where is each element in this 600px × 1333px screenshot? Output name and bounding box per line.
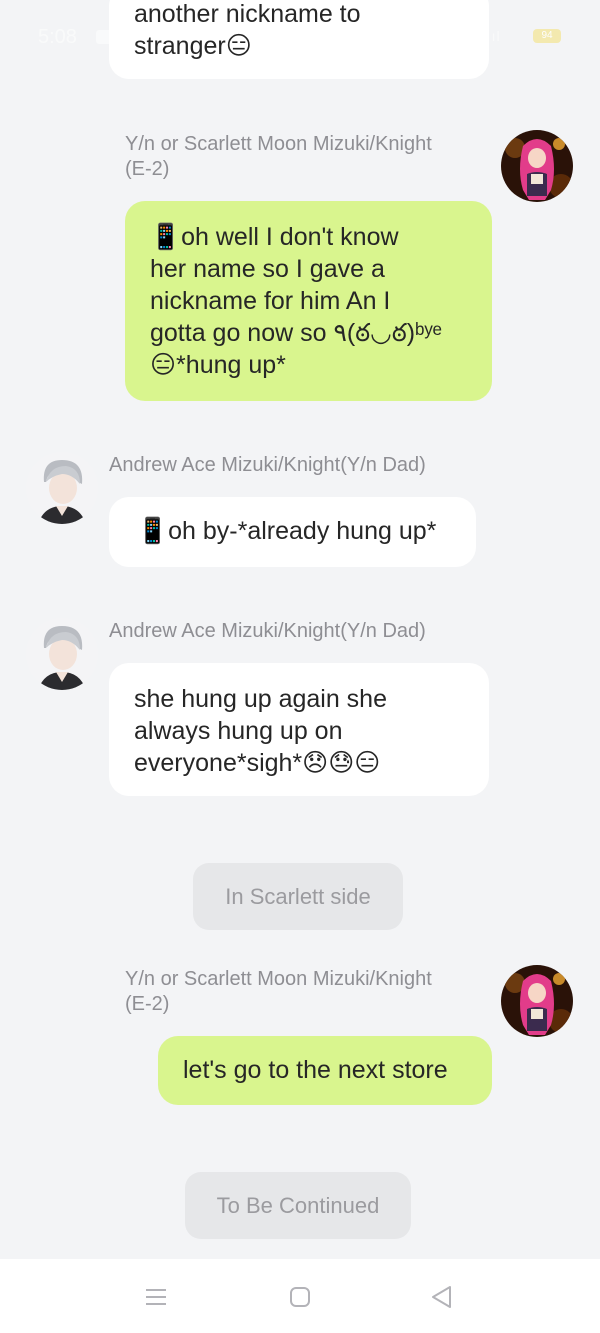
back-triangle-icon[interactable]	[428, 1283, 456, 1311]
message-bubble[interactable]: let's go to the next store	[158, 1036, 492, 1105]
sender-name: Andrew Ace Mizuki/Knight(Y/n Dad)	[109, 620, 426, 642]
narration-scene: In Scarlett side	[193, 863, 403, 930]
avatar-andrew-image	[26, 452, 98, 524]
avatar-scarlett-image	[501, 130, 573, 202]
battery-icon: 94	[533, 29, 561, 43]
avatar-andrew[interactable]	[26, 618, 98, 690]
message-bubble[interactable]: 📱oh by-*already hung up*	[109, 497, 476, 567]
message-bubble[interactable]: 📱oh well I don't know her name so I gave…	[125, 201, 492, 401]
message-text: 📱oh well I don't know her name so I gave…	[150, 223, 442, 379]
chat-screen: 5:08 ·ıl 94 another nickname to stranger…	[0, 0, 600, 1333]
narration-scene-text: In Scarlett side	[225, 884, 371, 909]
avatar-scarlett-image	[501, 965, 573, 1037]
narration-end: To Be Continued	[185, 1172, 411, 1239]
home-square-icon[interactable]	[286, 1283, 314, 1311]
message-text: she hung up again she always hung up on …	[134, 685, 387, 777]
message-text: 📱oh by-*already hung up*	[137, 517, 437, 545]
narration-end-text: To Be Continued	[216, 1193, 380, 1218]
menu-icon[interactable]	[142, 1283, 170, 1311]
avatar-andrew[interactable]	[26, 452, 98, 524]
sender-name: Y/n or Scarlett Moon Mizuki/Knight (E-2)	[125, 968, 432, 1015]
battery-level: 94	[541, 30, 553, 41]
sender-name: Y/n or Scarlett Moon Mizuki/Knight (E-2)	[125, 133, 432, 180]
status-time: 5:08	[38, 26, 77, 48]
avatar-andrew-image	[26, 618, 98, 690]
message-text: let's go to the next store	[183, 1056, 448, 1084]
message-text: another nickname to stranger😑	[134, 0, 361, 60]
avatar-scarlett[interactable]	[501, 130, 573, 202]
message-bubble[interactable]: another nickname to stranger😑	[109, 0, 489, 79]
system-nav-bar	[0, 1259, 600, 1333]
avatar-scarlett[interactable]	[501, 965, 573, 1037]
sender-name: Andrew Ace Mizuki/Knight(Y/n Dad)	[109, 454, 426, 476]
message-bubble[interactable]: she hung up again she always hung up on …	[109, 663, 489, 796]
